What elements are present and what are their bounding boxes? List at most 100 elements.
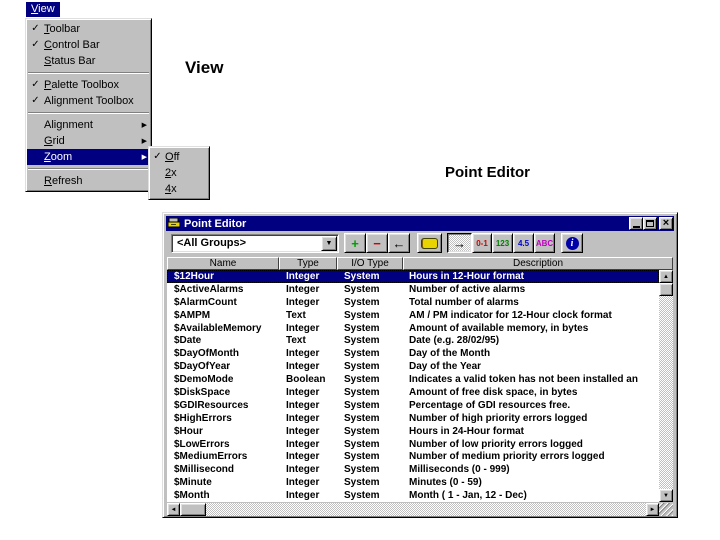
- scroll-down-icon: ▼: [663, 492, 669, 499]
- table-row[interactable]: $DemoMode Boolean System Indicates a valid …: [167, 373, 659, 386]
- cell-type: Integer: [286, 477, 320, 489]
- menu-item-alignment[interactable]: Alignment ▶: [27, 117, 150, 133]
- header-description[interactable]: Description: [403, 257, 673, 270]
- table-header: Name Type I/O Type Description: [167, 257, 673, 270]
- vertical-scroll-thumb[interactable]: [659, 283, 673, 296]
- database-button[interactable]: [417, 233, 442, 253]
- header-io-type[interactable]: I/O Type: [337, 257, 403, 270]
- cell-description: Amount of available memory, in bytes: [409, 322, 589, 334]
- cell-name: $Millisecond: [174, 464, 235, 476]
- view-menu: ✓ Toolbar ✓ Control Bar Status Bar ✓ Palette T…: [25, 18, 152, 192]
- table-row[interactable]: $Minute Integer System Minutes (0 - 59): [167, 476, 659, 489]
- table-row[interactable]: $DayOfMonth Integer System Day of the Month: [167, 347, 659, 360]
- maximize-icon: [646, 220, 654, 227]
- maximize-button[interactable]: [643, 217, 657, 230]
- menu-item-grid[interactable]: Grid ▶: [27, 133, 150, 149]
- cell-name: $DiskSpace: [174, 386, 231, 398]
- cell-type: Integer: [286, 451, 320, 463]
- table-row[interactable]: $Hour Integer System Hours in 24-Hour forma…: [167, 425, 659, 438]
- submenu-item-off[interactable]: ✓ Off: [150, 149, 208, 165]
- filter-text-button[interactable]: ABC: [534, 233, 555, 253]
- cell-type: Boolean: [286, 374, 326, 386]
- menu-item-palette-toolbox[interactable]: ✓ Palette Toolbox: [27, 77, 150, 93]
- table-row[interactable]: $AvailableMemory Integer System Amount of a…: [167, 322, 659, 335]
- menu-item-label: Alignment: [44, 119, 93, 131]
- table-row[interactable]: $ActiveAlarms Integer System Number of acti…: [167, 283, 659, 296]
- menu-item-label: Off: [165, 151, 180, 163]
- cell-description: Amount of free disk space, in bytes: [409, 386, 578, 398]
- table-row[interactable]: $12Hour Integer System Hours in 12-Hour for…: [167, 270, 659, 283]
- menu-item-label: Palette Toolbox: [44, 79, 120, 91]
- cell-name: $Month: [174, 490, 210, 502]
- close-button[interactable]: ×: [659, 217, 673, 230]
- menu-item-toolbar[interactable]: ✓ Toolbar: [27, 21, 150, 37]
- cell-io-type: System: [344, 348, 380, 360]
- filter-discrete-button[interactable]: 0-1: [472, 233, 492, 253]
- filter-real-button[interactable]: 4.5: [513, 233, 534, 253]
- title-bar[interactable]: Point Editor ×: [166, 216, 674, 231]
- cell-name: $Hour: [174, 425, 203, 437]
- menu-item-label: Toolbar: [44, 23, 81, 35]
- point-editor-icon: [168, 218, 180, 228]
- minimize-button[interactable]: [629, 217, 643, 230]
- menu-item-label: Alignment Toolbox: [44, 95, 134, 107]
- table-row[interactable]: $AlarmCount Integer System Total number of …: [167, 296, 659, 309]
- horizontal-scrollbar[interactable]: ◄ ►: [167, 503, 659, 516]
- cell-io-type: System: [344, 438, 380, 450]
- table-row[interactable]: $HighErrors Integer System Number of high p…: [167, 412, 659, 425]
- cell-type: Integer: [286, 348, 320, 360]
- submenu-item-4x[interactable]: 4x: [150, 181, 208, 197]
- cell-description: Percentage of GDI resources free.: [409, 399, 571, 411]
- cell-io-type: System: [344, 412, 380, 424]
- table-row[interactable]: $MediumErrors Integer System Number of medi…: [167, 450, 659, 463]
- table-row[interactable]: $GDIResources Integer System Percentage of …: [167, 399, 659, 412]
- menu-item-alignment-toolbox[interactable]: ✓ Alignment Toolbox: [27, 93, 150, 109]
- prev-point-button[interactable]: ←: [388, 233, 410, 253]
- database-icon: [421, 237, 438, 249]
- submenu-item-2x[interactable]: 2x: [150, 165, 208, 181]
- horizontal-scroll-thumb[interactable]: [180, 503, 206, 516]
- delete-point-button[interactable]: −: [366, 233, 388, 253]
- resize-grip[interactable]: [659, 503, 673, 516]
- prev-point-icon: ←: [392, 235, 406, 251]
- menu-item-control-bar[interactable]: ✓ Control Bar: [27, 37, 150, 53]
- menu-item-refresh[interactable]: Refresh: [27, 173, 150, 189]
- point-editor-heading: Point Editor: [445, 164, 530, 181]
- scroll-down-button[interactable]: ▼: [659, 489, 673, 502]
- table-row[interactable]: $DayOfYear Integer System Day of the Year: [167, 360, 659, 373]
- table-row[interactable]: $Date Text System Date (e.g. 28/02/95): [167, 334, 659, 347]
- cell-type: Integer: [286, 490, 320, 502]
- header-name[interactable]: Name: [167, 257, 279, 270]
- table-row[interactable]: $Millisecond Integer System Milliseconds (0…: [167, 463, 659, 476]
- group-filter-dropdown[interactable]: <All Groups> ▼: [171, 234, 339, 253]
- next-point-button[interactable]: →: [447, 233, 472, 253]
- add-point-button[interactable]: +: [344, 233, 366, 253]
- header-type[interactable]: Type: [279, 257, 337, 270]
- cell-type: Integer: [286, 296, 320, 308]
- menu-item-label: Zoom: [44, 151, 73, 163]
- info-button[interactable]: i: [561, 233, 583, 253]
- filter-discrete-icon: 0-1: [476, 238, 488, 248]
- cell-type: Integer: [286, 322, 320, 334]
- cell-type: Integer: [286, 270, 320, 282]
- menu-item-zoom[interactable]: Zoom ▶: [27, 149, 150, 165]
- submenu-arrow-icon: ▶: [141, 122, 147, 129]
- filter-integer-button[interactable]: 123: [492, 233, 513, 253]
- cell-name: $DayOfMonth: [174, 348, 239, 360]
- scroll-left-icon: ◄: [170, 506, 177, 513]
- cell-type: Integer: [286, 464, 320, 476]
- table-row[interactable]: $LowErrors Integer System Number of low pri…: [167, 438, 659, 451]
- table-row[interactable]: $AMPM Text System AM / PM indicator for 12-…: [167, 309, 659, 322]
- menu-item-status-bar[interactable]: Status Bar: [27, 53, 150, 69]
- cell-name: $Date: [174, 335, 202, 347]
- table-row[interactable]: $Month Integer System Month ( 1 - Jan, 12 -…: [167, 489, 659, 502]
- cell-type: Integer: [286, 283, 320, 295]
- scroll-right-button[interactable]: ►: [646, 503, 659, 516]
- scroll-up-button[interactable]: ▲: [659, 270, 673, 283]
- menubar-item-view[interactable]: View: [26, 2, 60, 17]
- cell-description: Total number of alarms: [409, 296, 519, 308]
- table-row[interactable]: $DiskSpace Integer System Amount of free di…: [167, 386, 659, 399]
- dropdown-arrow-button[interactable]: ▼: [321, 236, 337, 251]
- vertical-scrollbar[interactable]: ▲ ▼: [659, 270, 673, 502]
- scroll-left-button[interactable]: ◄: [167, 503, 180, 516]
